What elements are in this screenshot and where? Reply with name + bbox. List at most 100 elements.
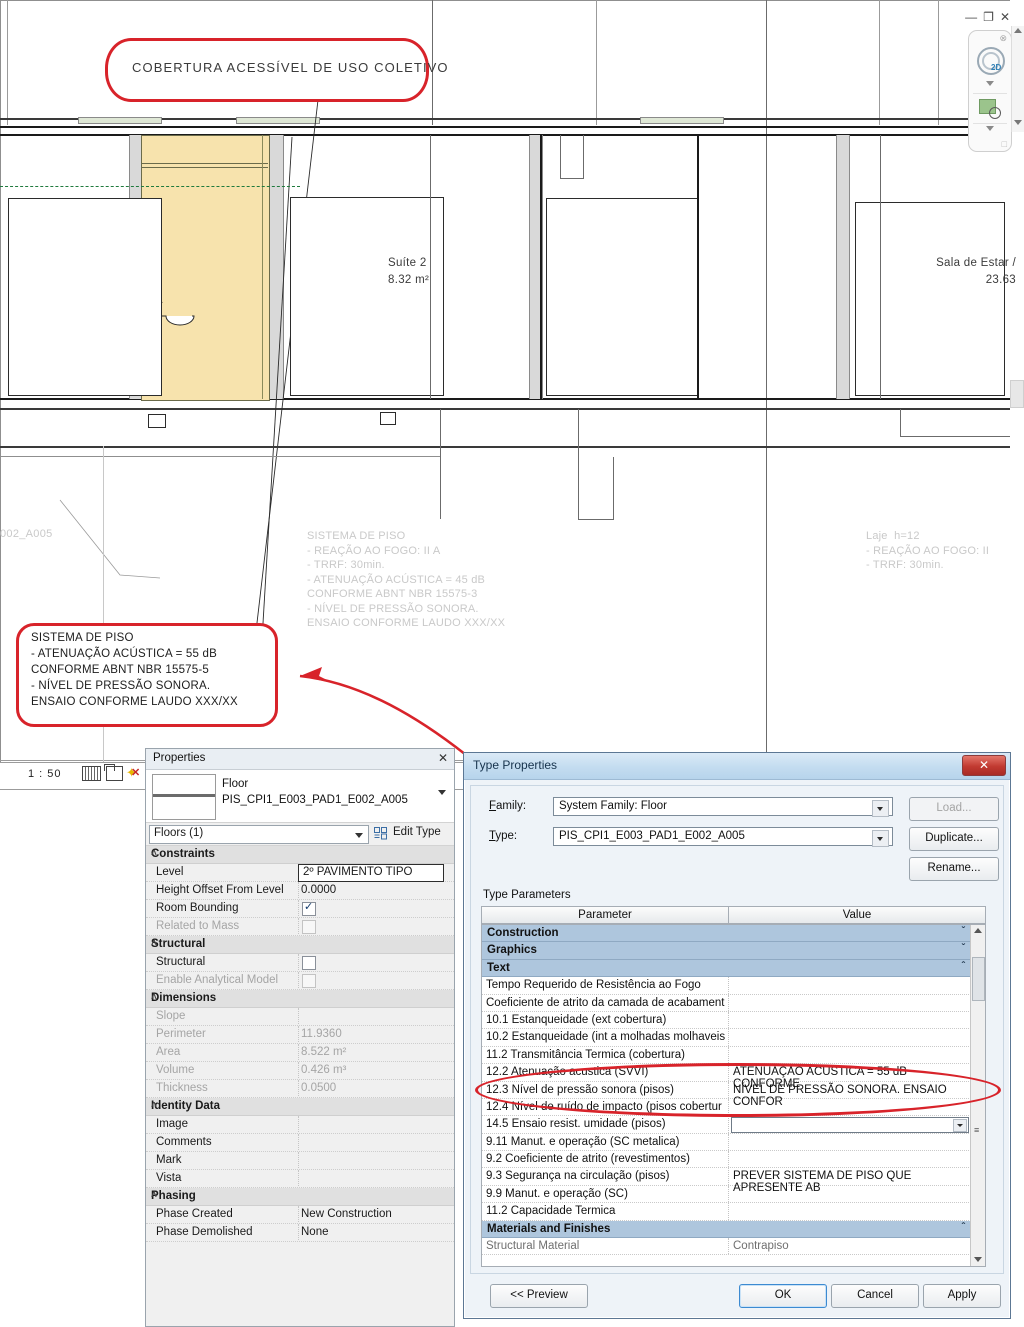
parameter-row[interactable]: 10.1 Estanqueidade (ext cobertura) [482, 1011, 971, 1030]
property-checkbox[interactable] [302, 900, 316, 916]
restore-icon[interactable]: ❐ [983, 10, 1000, 24]
chevron-down-icon[interactable] [355, 833, 363, 838]
scroll-down-icon[interactable] [974, 1257, 982, 1262]
column-header-parameter: Parameter [482, 907, 729, 923]
chevron-up-icon[interactable]: ˄ [151, 1100, 447, 1111]
element-selector[interactable]: Floors (1) [149, 825, 369, 844]
parameter-section-row[interactable]: Graphics ˇ [482, 942, 971, 960]
property-row[interactable]: Slope [146, 1008, 454, 1026]
parameter-row[interactable]: 9.11 Manut. e operação (SC metalica) [482, 1133, 971, 1152]
property-row[interactable]: Mark [146, 1152, 454, 1170]
cancel-button[interactable]: Cancel [831, 1284, 919, 1308]
property-group-header[interactable]: Phasing ˄ [146, 1188, 454, 1206]
scroll-down-icon[interactable] [1014, 120, 1022, 125]
property-row[interactable]: Image [146, 1116, 454, 1134]
grid-icon[interactable] [82, 766, 101, 781]
chevron-down-icon[interactable] [438, 790, 446, 795]
apply-button[interactable]: Apply [923, 1284, 1001, 1308]
column-divider [728, 1046, 730, 1064]
property-row[interactable]: Room Bounding [146, 900, 454, 918]
element-selector-row[interactable]: Floors (1) Edit Type [146, 823, 454, 846]
property-value-editing[interactable]: 2º PAVIMENTO TIPO [298, 864, 444, 882]
parameter-row[interactable]: 9.3 Segurança na circulação (pisos) PREVE… [482, 1168, 971, 1194]
property-row[interactable]: Comments [146, 1134, 454, 1152]
parameter-name: Tempo Requerido de Resistência ao Fogo [486, 979, 701, 992]
chevron-up-icon[interactable]: ˄ [151, 848, 447, 859]
scroll-up-icon[interactable] [1014, 28, 1022, 33]
type-properties-dialog[interactable]: Type Properties ✕ Family: System Family:… [463, 752, 1011, 1319]
property-row[interactable]: Height Offset From Level 0.0000 [146, 882, 454, 900]
chevron-up-icon[interactable]: ˄ [151, 938, 447, 949]
ok-button[interactable]: OK [739, 1284, 827, 1308]
property-row[interactable]: Thickness 0.0500 [146, 1080, 454, 1098]
view-scale-label[interactable]: 1 : 50 [28, 768, 62, 780]
navbar-grip-icon[interactable]: □ [1002, 139, 1007, 149]
parameter-row[interactable]: 11.2 Capacidade Termica [482, 1203, 971, 1221]
close-icon[interactable]: ✕ [1000, 10, 1016, 24]
property-row[interactable]: Related to Mass [146, 918, 454, 936]
section-chevron-icon[interactable]: ˇ [962, 926, 965, 937]
property-row[interactable]: Perimeter 11.9360 [146, 1026, 454, 1044]
chevron-down-icon-2[interactable] [986, 126, 994, 131]
property-row[interactable]: Phase Demolished None [146, 1224, 454, 1242]
parameter-section-row[interactable]: Construction ˇ [482, 925, 971, 943]
parameter-section-row[interactable]: Text ˆ [482, 959, 971, 978]
parameter-row[interactable]: 11.2 Transmitância Termica (cobertura) [482, 1046, 971, 1065]
cad-drawing-canvas[interactable]: Suíte 2 8.32 m² Sala de Estar / 23.63 00… [0, 0, 1024, 790]
section-chevron-icon[interactable]: ˆ [962, 961, 965, 972]
scroll-thumb[interactable] [972, 957, 985, 1001]
property-row[interactable]: Structural [146, 954, 454, 972]
canvas-scrollbar[interactable] [1011, 26, 1024, 132]
family-combobox[interactable]: System Family: Floor [553, 797, 893, 817]
property-group-header[interactable]: Dimensions ˄ [146, 990, 454, 1008]
duplicate-button[interactable]: Duplicate... [909, 827, 999, 851]
parameter-row[interactable]: 9.2 Coeficiente de atrito (revestimentos… [482, 1151, 971, 1169]
type-combobox[interactable]: PIS_CPI1_E003_PAD1_E002_A005 [553, 827, 893, 847]
rename-button[interactable]: Rename... [909, 857, 999, 881]
property-group-header[interactable]: Constraints ˄ [146, 846, 454, 864]
property-row[interactable]: Vista [146, 1170, 454, 1188]
property-group-header[interactable]: Identity Data ˄ [146, 1098, 454, 1116]
preview-button[interactable]: << Preview [490, 1284, 588, 1308]
navigation-bar[interactable]: ⊗ 2D □ [968, 30, 1012, 152]
chevron-down-icon[interactable] [872, 800, 889, 817]
parameter-row[interactable]: Structural Material Contrapiso [482, 1238, 971, 1256]
window-controls[interactable]: —❐✕ [965, 10, 1016, 24]
canvas-scroll-thumb[interactable] [1010, 380, 1024, 408]
parameter-section-row[interactable]: Materials and Finishes ˆ [482, 1220, 971, 1239]
parameter-row[interactable]: Coeficiente de atrito da camada de acaba… [482, 994, 971, 1012]
scroll-up-icon[interactable] [974, 928, 982, 933]
property-row[interactable]: Volume 0.426 m³ [146, 1062, 454, 1080]
navbar-close-icon[interactable]: ⊗ [999, 33, 1007, 44]
chevron-down-icon[interactable] [953, 1119, 967, 1133]
chevron-up-icon[interactable]: ˄ [151, 992, 447, 1003]
property-row[interactable]: Enable Analytical Model [146, 972, 454, 990]
parameter-row[interactable]: Tempo Requerido de Resistência ao Fogo [482, 977, 971, 995]
chevron-down-icon[interactable] [872, 830, 889, 847]
close-icon[interactable]: ✕ [438, 751, 448, 765]
section-chevron-icon[interactable]: ˇ [962, 943, 965, 954]
parameter-value-dropdown[interactable] [731, 1117, 969, 1134]
load-button[interactable]: Load... [909, 797, 999, 821]
property-checkbox[interactable] [302, 920, 316, 934]
parameter-row[interactable]: 14.5 Ensaio resist. umidade (pisos) [482, 1116, 971, 1134]
minimize-icon[interactable]: — [965, 10, 983, 24]
chevron-down-icon[interactable] [986, 81, 994, 86]
parameter-name: Coeficiente de atrito da camada de acaba… [486, 996, 725, 1009]
property-group-header[interactable]: Structural ˄ [146, 936, 454, 954]
property-row[interactable]: Phase Created New Construction [146, 1206, 454, 1224]
property-checkbox[interactable] [302, 974, 316, 988]
section-chevron-icon[interactable]: ˆ [962, 1222, 965, 1233]
chevron-up-icon[interactable]: ˄ [151, 1190, 447, 1201]
properties-palette[interactable]: Properties ✕ Floor PIS_CPI1_E003_PAD1_E0… [145, 748, 455, 1327]
type-preview-header[interactable]: Floor PIS_CPI1_E003_PAD1_E002_A005 [146, 770, 454, 823]
parameter-row[interactable]: 9.9 Manut. e operação (SC) [482, 1185, 971, 1204]
property-key: Area [156, 1046, 181, 1058]
close-icon[interactable]: ✕ [962, 755, 1006, 776]
plan-line [583, 135, 584, 179]
parameter-row[interactable]: 10.2 Estanqueidade (int a molhadas molha… [482, 1029, 971, 1047]
property-row[interactable]: Area 8.522 m² [146, 1044, 454, 1062]
edit-type-button[interactable]: Edit Type [393, 826, 441, 838]
property-row[interactable]: Level 2º PAVIMENTO TIPO [146, 864, 454, 882]
property-checkbox[interactable] [302, 956, 316, 970]
